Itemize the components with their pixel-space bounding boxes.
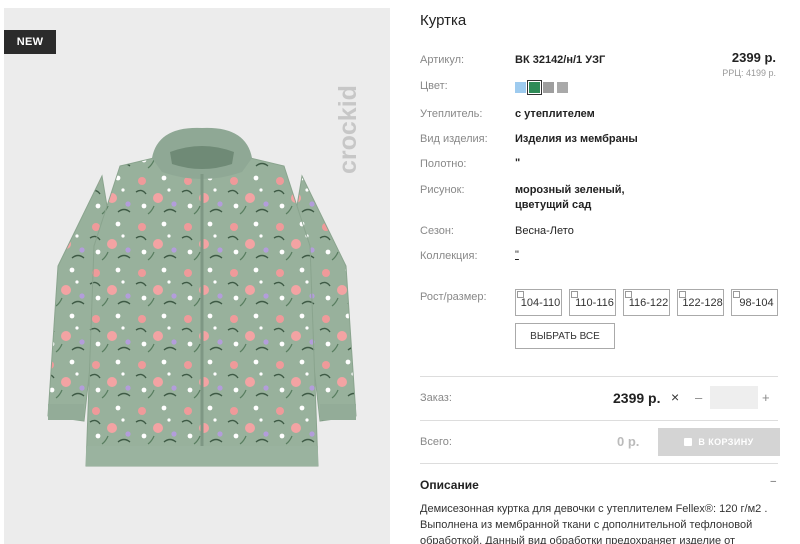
- cart-icon: [684, 438, 693, 446]
- select-all-button[interactable]: ВЫБРАТЬ ВСЕ: [515, 323, 615, 349]
- collection-value[interactable]: ": [515, 249, 519, 261]
- add-to-cart-button[interactable]: В КОРЗИНУ: [658, 428, 780, 456]
- size-label-text: 104-110: [520, 297, 561, 309]
- size-label-text: 98-104: [739, 297, 774, 309]
- color-swatch-gray[interactable]: [543, 82, 554, 93]
- product-price: 2399 р.: [731, 50, 776, 65]
- order-price: 2399 р.: [613, 390, 661, 406]
- product-info: Куртка Артикул: ВК 32142/н/1 УЗГ 2399 р.…: [420, 0, 800, 544]
- size-option[interactable]: 104-110: [515, 289, 562, 316]
- total-value: 0 р.: [617, 434, 640, 449]
- article-label: Артикул:: [420, 54, 465, 66]
- color-swatch-green[interactable]: [527, 80, 542, 95]
- size-label-text: 116-122: [628, 297, 669, 309]
- fabric-label: Полотно:: [420, 158, 467, 170]
- season-value: Весна-Лето: [515, 225, 574, 237]
- new-badge: NEW: [4, 30, 56, 54]
- jacket-image: [47, 127, 357, 467]
- collection-label: Коллекция:: [420, 250, 478, 262]
- type-label: Вид изделия:: [420, 133, 488, 145]
- type-value: Изделия из мембраны: [515, 133, 638, 145]
- checkbox-icon: [517, 291, 524, 298]
- checkbox-icon: [733, 291, 740, 298]
- pattern-value: морозный зеленый,: [515, 184, 625, 196]
- order-label: Заказ:: [420, 392, 452, 404]
- checkbox-icon: [625, 291, 632, 298]
- increase-quantity-button[interactable]: +: [762, 390, 770, 405]
- description-text: Демисезонная куртка для девочки с утепли…: [420, 503, 768, 544]
- color-swatch-blue[interactable]: [515, 82, 526, 93]
- description-title[interactable]: Описание: [420, 478, 479, 492]
- checkbox-icon: [679, 291, 686, 298]
- size-option[interactable]: 116-122: [623, 289, 670, 316]
- size-option[interactable]: 122-128: [677, 289, 724, 316]
- color-swatch-gray-2[interactable]: [557, 82, 568, 93]
- pattern-label: Рисунок:: [420, 184, 465, 196]
- collapse-icon[interactable]: –: [770, 476, 776, 487]
- product-image-gallery[interactable]: NEW crockid: [4, 8, 390, 544]
- size-label-text: 110-116: [575, 297, 614, 309]
- total-label: Всего:: [420, 436, 452, 448]
- divider: [420, 376, 778, 377]
- article-value: ВК 32142/н/1 УЗГ: [515, 54, 606, 66]
- decrease-quantity-button[interactable]: –: [695, 390, 702, 405]
- season-label: Сезон:: [420, 225, 454, 237]
- product-title: Куртка: [420, 12, 467, 29]
- multiply-icon: ×: [671, 389, 680, 405]
- insulation-value: с утеплителем: [515, 108, 595, 120]
- color-label: Цвет:: [420, 80, 448, 92]
- checkbox-icon: [571, 291, 578, 298]
- size-label-text: 122-128: [682, 297, 723, 309]
- color-swatches: [515, 80, 568, 95]
- size-option[interactable]: 110-116: [569, 289, 616, 316]
- insulation-label: Утеплитель:: [420, 108, 483, 120]
- size-option[interactable]: 98-104: [731, 289, 778, 316]
- size-label: Рост/размер:: [420, 291, 487, 303]
- rrp-price: РРЦ: 4199 р.: [722, 68, 776, 78]
- divider: [420, 420, 778, 421]
- size-options: 104-110 110-116 116-122 122-128 98-104: [515, 289, 778, 316]
- fabric-value: ": [515, 157, 521, 169]
- description-section: Описание – Демисезонная куртка для девоч…: [420, 463, 778, 544]
- pattern-value-line2: цветущий сад: [515, 199, 592, 211]
- quantity-input[interactable]: [710, 386, 758, 409]
- add-to-cart-label: В КОРЗИНУ: [698, 437, 754, 447]
